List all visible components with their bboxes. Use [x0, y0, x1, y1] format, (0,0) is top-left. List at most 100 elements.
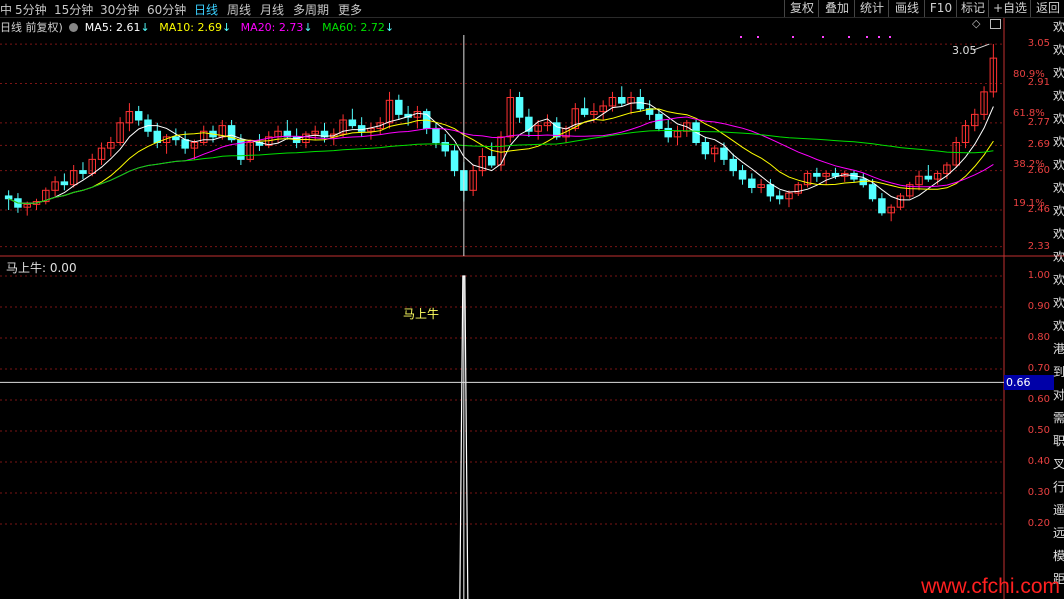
fib-pct-label: 80.9%: [1013, 69, 1045, 80]
legend-dropdown-icon[interactable]: [69, 23, 79, 32]
period-tab-9[interactable]: 更多: [338, 1, 362, 18]
legend-prefix: 日线 前复权): [0, 21, 63, 34]
candlestick-chart[interactable]: 3.05: [0, 18, 1064, 599]
right-strip-char: 遥: [1053, 503, 1064, 517]
right-strip-char: 欢: [1053, 319, 1064, 333]
candle-body: [729, 158, 737, 172]
candle-body: [775, 195, 784, 200]
candle-body: [618, 97, 626, 104]
candle-body: [720, 147, 728, 160]
toolbar-button-0[interactable]: 复权: [784, 0, 819, 17]
right-strip-char: 欢: [1053, 20, 1064, 34]
candle-body: [868, 184, 877, 200]
candle-body: [701, 142, 710, 155]
price-axis-label: 2.33: [1027, 240, 1050, 252]
candle-body: [738, 170, 747, 180]
signal-dot: [848, 36, 850, 38]
high-marker-label: 3.05: [952, 44, 977, 57]
candle-body: [153, 130, 162, 143]
indicator-axis-label: 0.50: [1027, 425, 1050, 436]
right-strip-char: 欢: [1053, 66, 1064, 80]
candle-body: [348, 119, 357, 127]
toolbar-button-6[interactable]: +自选: [988, 0, 1031, 17]
right-strip-char: 港: [1053, 342, 1064, 356]
indicator-axis-label: 0.90: [1027, 301, 1050, 312]
right-strip-char: 行: [1053, 480, 1064, 494]
right-strip-char: 欢: [1053, 135, 1064, 149]
candle-body: [4, 195, 13, 200]
period-tab-0[interactable]: 中: [0, 1, 12, 18]
price-axis-label: 2.69: [1027, 139, 1050, 151]
toolbar-button-2[interactable]: 统计: [854, 0, 889, 17]
toolbar-button-4[interactable]: F10: [924, 0, 957, 17]
right-strip-char: 欢: [1053, 273, 1064, 287]
indicator-axis-label: 0.30: [1027, 487, 1050, 498]
candle-body: [813, 172, 821, 177]
candle-body: [487, 156, 496, 166]
period-tab-3[interactable]: 30分钟: [100, 1, 139, 18]
period-tab-4[interactable]: 60分钟: [147, 1, 186, 18]
indicator-axis-label: 1.00: [1027, 270, 1050, 281]
fib-pct-label: 38.2%: [1013, 159, 1045, 170]
candle-body: [134, 111, 143, 121]
period-tab-8[interactable]: 多周期: [293, 1, 329, 18]
toolbar-button-7[interactable]: 返回: [1030, 0, 1064, 17]
candle-body: [580, 108, 589, 115]
candle-body: [181, 139, 189, 149]
period-tab-2[interactable]: 15分钟: [54, 1, 93, 18]
right-strip-char: 欢: [1053, 296, 1064, 310]
right-strip-char: 欢: [1053, 204, 1064, 218]
right-strip-char: 欢: [1053, 43, 1064, 57]
period-toolbar: 中 5分钟 15分钟 30分钟 60分钟 日线 周线 月线 多周期 更多 复权 叠加 统计 画线 F10 标记…: [0, 0, 1064, 18]
candle-body: [664, 127, 672, 138]
right-strip-char: 欢: [1053, 112, 1064, 126]
right-strip-char: 叉: [1053, 457, 1064, 471]
toolbar-button-1[interactable]: 叠加: [818, 0, 855, 17]
period-tab-7[interactable]: 月线: [260, 1, 284, 18]
candle-body: [766, 184, 775, 197]
period-tab-5[interactable]: 日线: [194, 1, 218, 18]
window-restore-icon[interactable]: [990, 19, 1001, 29]
right-strip-char: 需: [1053, 411, 1064, 425]
period-tab-1[interactable]: 5分钟: [15, 1, 47, 18]
ma10-arrow-icon: ↓: [221, 21, 232, 34]
candle-body: [172, 136, 180, 141]
right-strip-char: 对: [1053, 388, 1064, 402]
signal-dot: [889, 36, 891, 38]
period-tab-6[interactable]: 周线: [227, 1, 251, 18]
indicator-axis-label: 0.80: [1027, 332, 1050, 343]
ma20-arrow-icon: ↓: [303, 21, 313, 34]
right-strip-char: 职: [1053, 434, 1064, 448]
signal-dot: [878, 36, 880, 38]
signal-dot: [740, 36, 742, 38]
candle-body: [924, 175, 933, 180]
watermark: www.cfchi.com: [921, 575, 1060, 598]
indicator-axis-label: 0.60: [1027, 394, 1050, 405]
ma60-label: MA60: 2.72: [322, 21, 385, 34]
candle-body: [450, 150, 459, 172]
indicator-axis-label: 0.70: [1027, 363, 1050, 374]
price-axis-label: 3.05: [1027, 38, 1050, 50]
right-strip-char: 欢: [1053, 227, 1064, 241]
right-strip-char: 欢: [1053, 250, 1064, 264]
right-strip-char: 远: [1053, 526, 1064, 540]
signal-dot: [822, 36, 824, 38]
indicator-title: 马上牛: 0.00: [6, 261, 77, 275]
toolbar-button-3[interactable]: 画线: [888, 0, 925, 17]
toolbar-button-5[interactable]: 标记: [956, 0, 989, 17]
ma20-label: MA20: 2.73: [240, 21, 304, 34]
fib-pct-label: 19.1%: [1013, 198, 1045, 210]
ma10-label: MA10: 2.69: [159, 21, 222, 34]
diamond-icon[interactable]: ◇: [972, 17, 980, 30]
right-strip-char: 欢: [1053, 89, 1064, 103]
candle-body: [79, 170, 87, 174]
indicator-axis-label: 0.20: [1027, 518, 1050, 529]
right-strip-char: 欢: [1053, 181, 1064, 195]
indicator-axis-label: 0.40: [1027, 456, 1050, 467]
right-strip-char: 欢: [1053, 158, 1064, 172]
ma5-label: MA5: 2.61: [84, 21, 141, 34]
candle-body: [878, 198, 886, 214]
fib-pct-label: 61.8%: [1013, 108, 1045, 120]
candle-body: [357, 125, 366, 132]
signal-dot: [792, 36, 794, 38]
